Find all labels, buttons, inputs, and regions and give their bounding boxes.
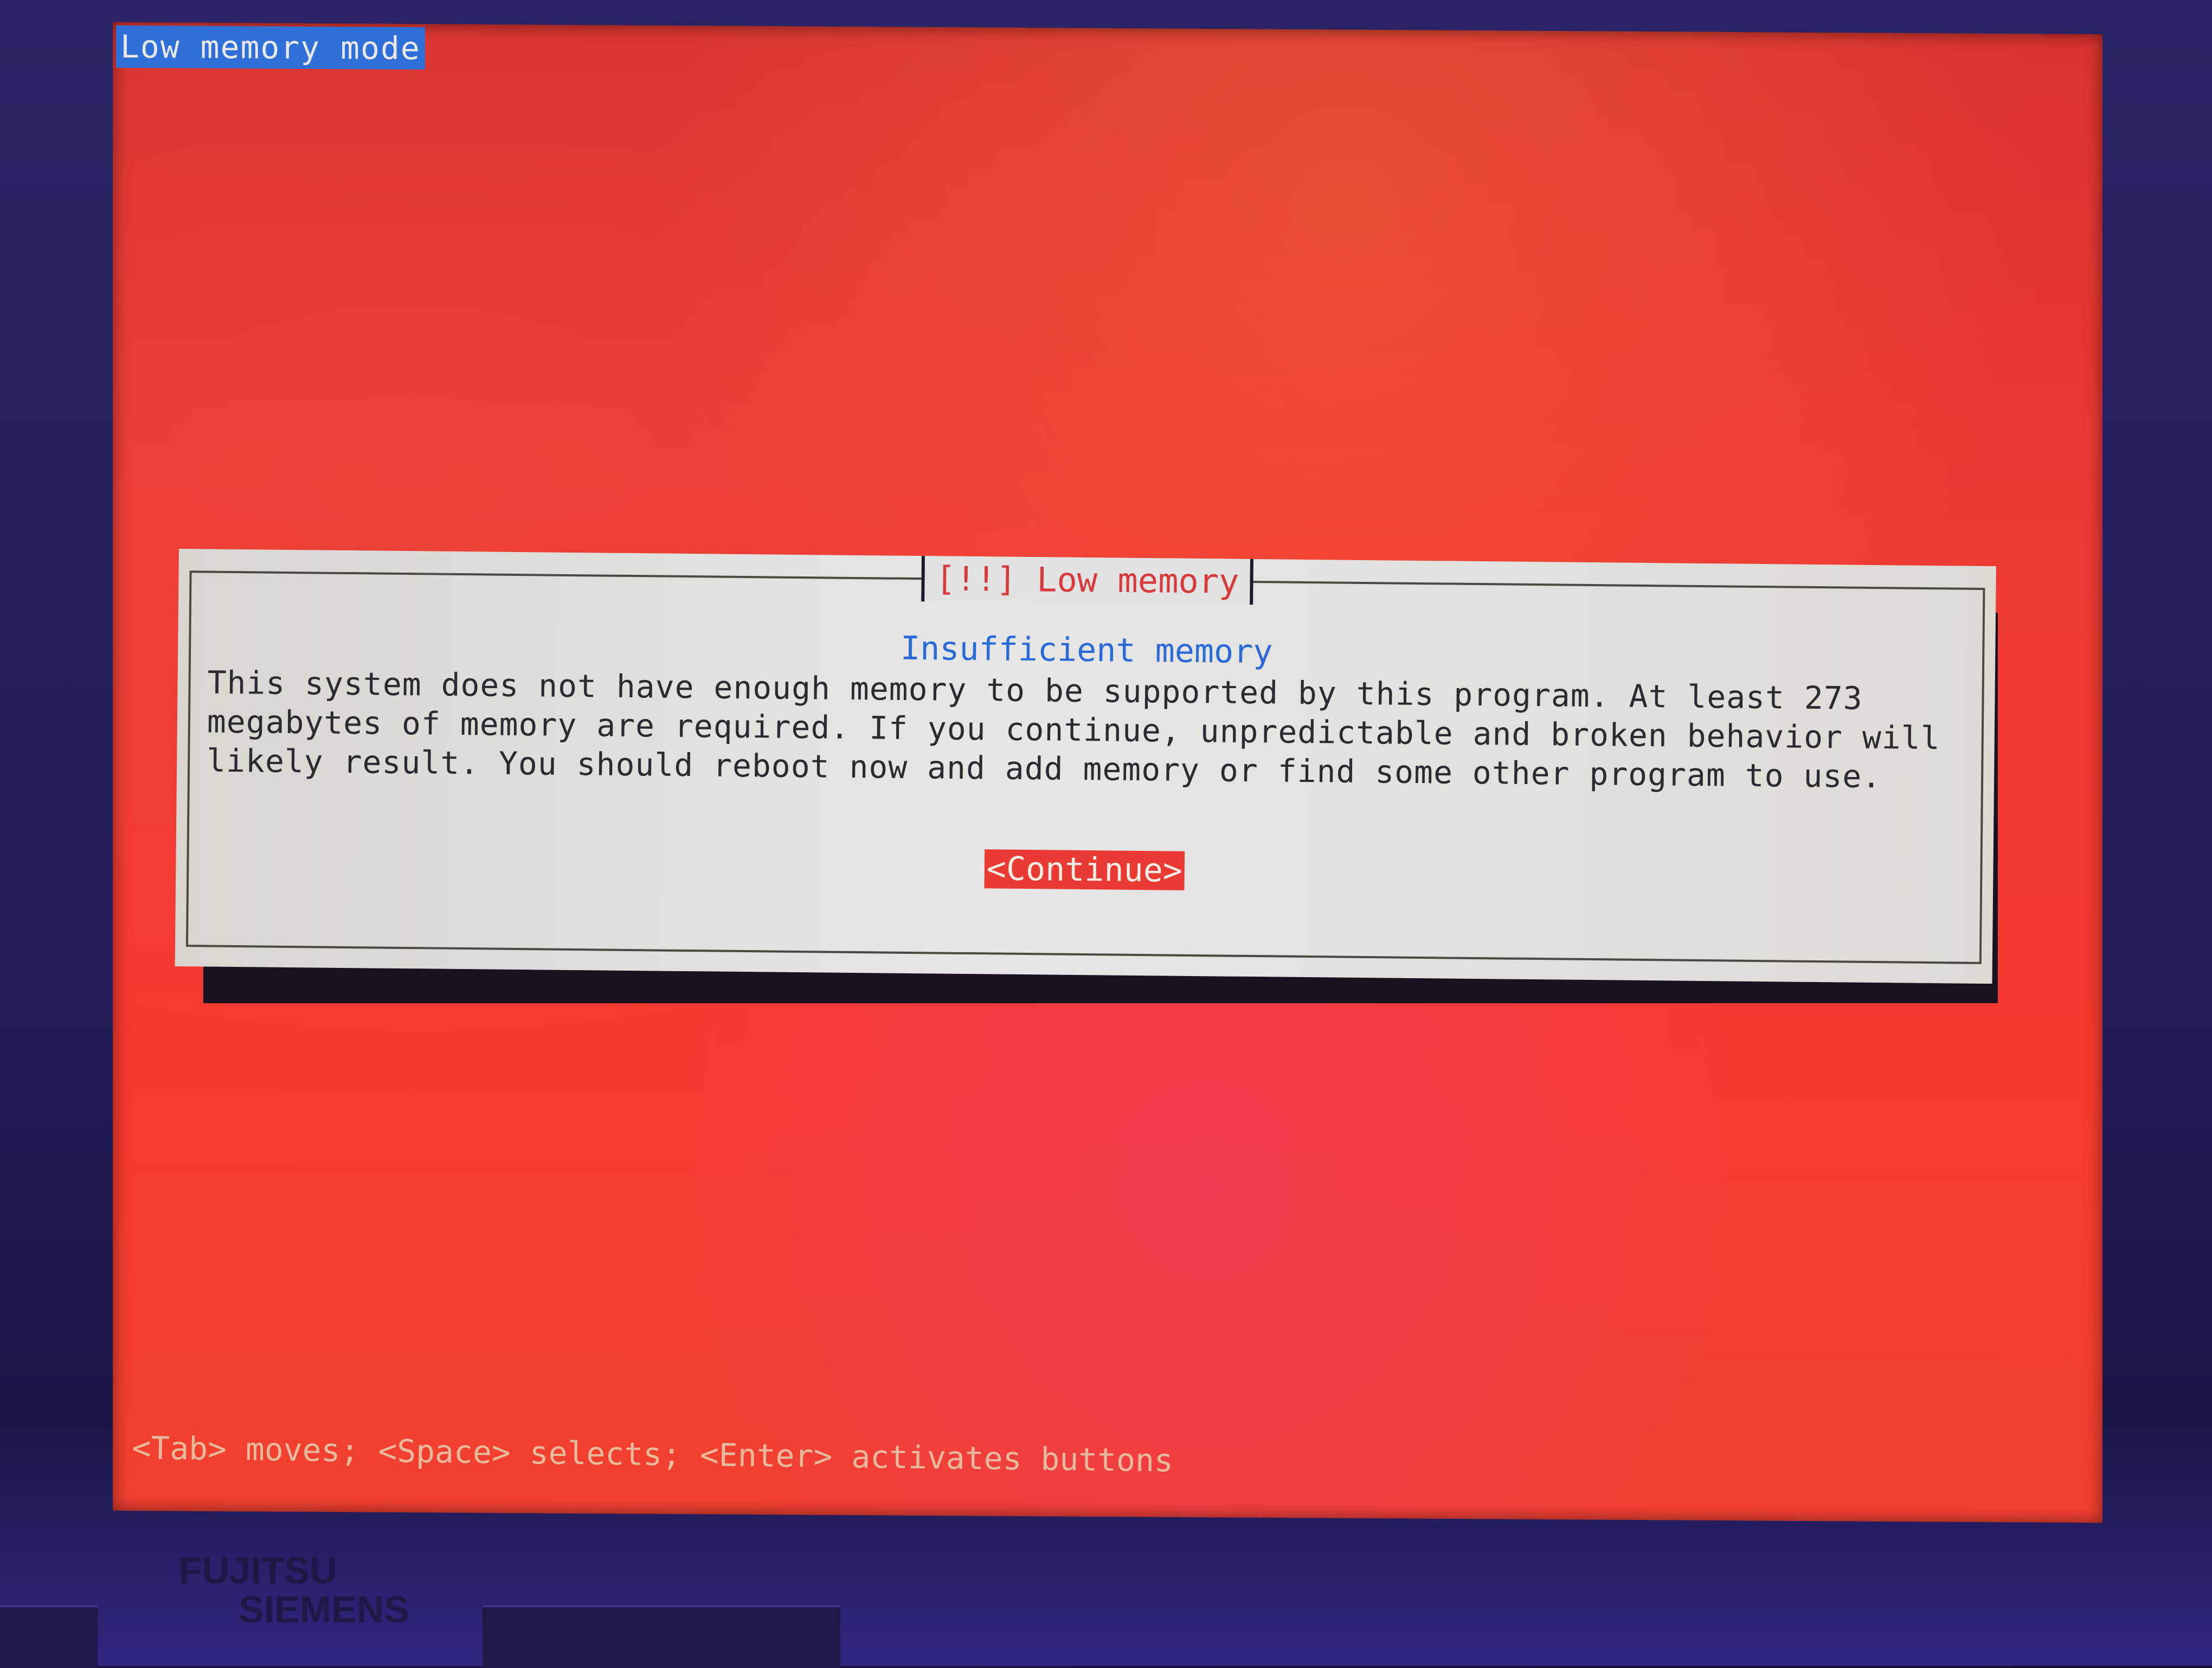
bezel-hinge-center (483, 1605, 840, 1668)
continue-button[interactable]: <Continue> (984, 849, 1185, 890)
bezel-hinge-left (0, 1605, 98, 1668)
dialog-message: This system does not have enough memory … (207, 663, 1965, 797)
brand-logo: FUJITSU SIEMENS (179, 1551, 409, 1629)
low-memory-dialog: [!!] Low memory Insufficient memory This… (175, 549, 1996, 984)
brand-line: FUJITSU (179, 1549, 337, 1592)
dialog-title: [!!] Low memory (921, 556, 1253, 605)
screen-title: Low memory mode (116, 25, 425, 70)
brand-line: SIEMENS (239, 1588, 410, 1631)
